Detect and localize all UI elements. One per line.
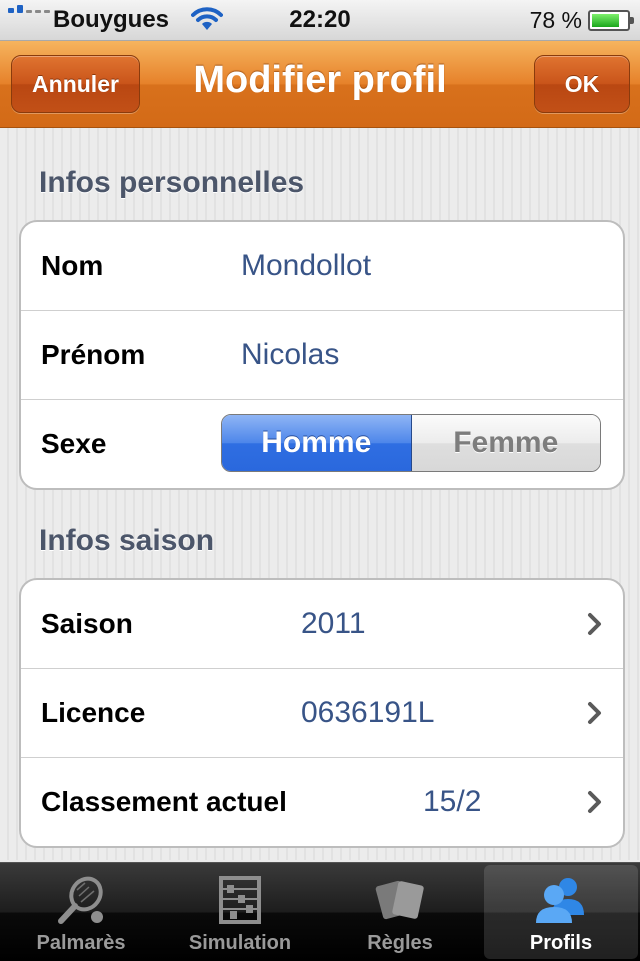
chevron-right-icon [588, 702, 601, 724]
section-header-personal: Infos personnelles [39, 166, 305, 199]
licence-label: Licence [41, 697, 146, 728]
nom-label: Nom [41, 250, 104, 281]
licence-value: 0636191L [301, 696, 435, 729]
tab-label: Simulation [188, 932, 292, 954]
licence-row[interactable]: Licence 0636191L [21, 669, 623, 758]
saison-label: Saison [41, 608, 133, 639]
cards-icon [375, 880, 424, 920]
classement-value: 15/2 [423, 785, 482, 818]
sexe-segmented-control[interactable]: Homme Femme [221, 414, 601, 472]
prenom-row[interactable]: Prénom Nicolas [21, 311, 623, 400]
navigation-bar: Annuler Modifier profil OK [0, 41, 640, 128]
nom-value[interactable]: Mondollot [241, 222, 371, 310]
season-info-group: Saison 2011 Licence 0636191L Classement … [19, 578, 625, 848]
tab-regles[interactable]: Règles [323, 865, 477, 959]
tab-palmares[interactable]: Palmarès [4, 865, 158, 959]
classement-row[interactable]: Classement actuel 15/2 [21, 758, 623, 846]
segment-homme[interactable]: Homme [222, 415, 412, 471]
sexe-label: Sexe [41, 428, 107, 459]
users-icon [536, 878, 584, 923]
prenom-label: Prénom [41, 339, 146, 370]
tab-profils[interactable]: Profils [484, 865, 638, 959]
classement-label: Classement actuel [41, 786, 287, 817]
tab-label: Palmarès [36, 932, 126, 954]
form-content: Infos personnelles Nom Mondollot Prénom … [0, 128, 640, 860]
abacus-icon [219, 876, 261, 924]
chevron-right-icon [588, 613, 601, 635]
status-bar: Bouygues 22:20 78 % [0, 0, 640, 41]
segment-femme[interactable]: Femme [411, 415, 600, 471]
nom-row[interactable]: Nom Mondollot [21, 222, 623, 311]
sexe-row: Sexe Homme Femme [21, 400, 623, 488]
tab-simulation[interactable]: Simulation [163, 865, 317, 959]
tab-label: Profils [529, 932, 593, 954]
battery-percentage: 78 % [529, 7, 582, 33]
chevron-right-icon [588, 791, 601, 813]
personal-info-group: Nom Mondollot Prénom Nicolas Sexe Homme … [19, 220, 625, 490]
tab-label: Règles [367, 932, 433, 954]
battery-icon [588, 10, 634, 31]
ok-button[interactable]: OK [534, 55, 630, 113]
prenom-value[interactable]: Nicolas [241, 311, 339, 399]
saison-value: 2011 [301, 607, 366, 640]
tab-bar: Palmarès Simulation Règles Profils [0, 862, 640, 961]
saison-row[interactable]: Saison 2011 [21, 580, 623, 669]
section-header-season: Infos saison [39, 524, 215, 557]
tennis-racket-icon [58, 876, 103, 924]
